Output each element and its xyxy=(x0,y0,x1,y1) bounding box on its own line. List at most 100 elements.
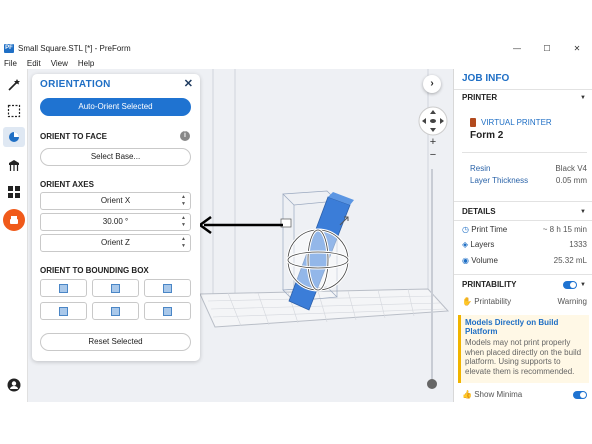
account-icon[interactable] xyxy=(3,375,25,395)
orient-y-input[interactable]: 30.00 ° ▲ ▼ xyxy=(40,213,191,231)
menu-edit[interactable]: Edit xyxy=(27,59,41,68)
panel-title: ORIENTATION xyxy=(40,79,111,90)
volume-label: ◉ Volume xyxy=(462,256,498,265)
stepper-arrows-icon[interactable]: ▲ ▼ xyxy=(181,215,186,229)
menu-view[interactable]: View xyxy=(51,59,68,68)
bbox-face-button[interactable] xyxy=(92,279,139,297)
build-platform xyxy=(199,288,450,328)
title-bar: PF Small Square.STL [*] - PreForm — ☐ ✕ xyxy=(0,40,592,57)
bbox-face-button[interactable] xyxy=(144,302,191,320)
menu-bar: File Edit View Help xyxy=(0,58,592,69)
printability-text: Printability xyxy=(474,297,512,306)
tool-rail xyxy=(0,69,28,402)
print-icon[interactable] xyxy=(3,209,25,231)
print-time-text: Print Time xyxy=(471,225,508,234)
cube-icon xyxy=(111,306,120,316)
info-icon[interactable]: i xyxy=(180,131,190,141)
volume-text: Volume xyxy=(471,256,498,265)
bbox-face-button[interactable] xyxy=(144,279,191,297)
view-cube-control[interactable] xyxy=(418,106,448,136)
collapse-panel-button[interactable]: › xyxy=(423,75,441,93)
layers-row: ◈ Layers 1333 xyxy=(462,240,587,249)
divider xyxy=(454,220,592,221)
window-title: Small Square.STL [*] - PreForm xyxy=(18,44,131,53)
divider xyxy=(462,152,587,153)
close-icon[interactable]: ✕ xyxy=(184,77,193,90)
magic-wand-icon[interactable] xyxy=(3,75,25,95)
thumbs-down-icon: ✋ xyxy=(462,297,472,306)
resin-row[interactable]: Resin Black V4 xyxy=(470,164,587,173)
bbox-face-button[interactable] xyxy=(40,302,87,320)
preform-app-icon: PF xyxy=(4,44,14,53)
layout-icon[interactable] xyxy=(3,182,25,202)
chevron-down-icon[interactable]: ▼ xyxy=(580,282,586,288)
bbox-face-button[interactable] xyxy=(40,279,87,297)
zoom-slider-handle[interactable] xyxy=(427,379,437,389)
chevron-down-icon[interactable]: ▼ xyxy=(580,209,586,215)
close-window-button[interactable]: ✕ xyxy=(562,40,592,57)
print-time-label: ◷ Print Time xyxy=(462,225,507,234)
show-minima-row: 👍 Show Minima xyxy=(462,390,587,399)
chevron-down-icon[interactable]: ▼ xyxy=(580,95,586,101)
reset-selected-button[interactable]: Reset Selected xyxy=(40,333,191,351)
details-section-label[interactable]: DETAILS xyxy=(462,207,496,216)
stepper-arrows-icon[interactable]: ▲ ▼ xyxy=(181,236,186,250)
minimize-button[interactable]: — xyxy=(502,40,532,57)
layers-icon: ◈ xyxy=(462,240,469,249)
orient-z-select[interactable]: Orient Z ▲ ▼ xyxy=(40,234,191,252)
volume-value: 25.32 mL xyxy=(553,256,587,265)
supports-icon[interactable] xyxy=(3,155,25,175)
cube-icon xyxy=(59,306,68,316)
bounding-box-label: ORIENT TO BOUNDING BOX xyxy=(40,266,149,275)
divider xyxy=(454,274,592,275)
rotation-gizmo xyxy=(286,228,350,292)
zoom-in-button[interactable]: + xyxy=(426,136,440,150)
layers-label: ◈ Layers xyxy=(462,240,494,249)
printer-icon xyxy=(470,118,476,127)
layer-thickness-value: 0.05 mm xyxy=(555,176,587,185)
printability-row: ✋ Printability Warning xyxy=(462,297,587,306)
window-controls: — ☐ ✕ xyxy=(502,40,592,57)
printer-type: VIRTUAL PRINTER xyxy=(481,118,552,127)
job-info-title: JOB INFO xyxy=(462,73,510,84)
select-base-button[interactable]: Select Base... xyxy=(40,148,191,166)
volume-row: ◉ Volume 25.32 mL xyxy=(462,256,587,265)
cube-icon xyxy=(163,283,172,293)
auto-orient-button[interactable]: Auto-Orient Selected xyxy=(40,98,191,116)
resin-label: Resin xyxy=(470,164,491,173)
zoom-out-button[interactable]: − xyxy=(426,149,440,163)
cube-icon xyxy=(163,306,172,316)
menu-file[interactable]: File xyxy=(4,59,17,68)
warning-text: Models may not print properly when place… xyxy=(465,338,582,376)
print-time-row: ◷ Print Time ~ 8 h 15 min xyxy=(462,225,587,234)
printability-value: Warning xyxy=(557,297,588,306)
orient-y-value: 30.00 ° xyxy=(102,217,129,226)
volume-icon: ◉ xyxy=(462,256,469,265)
orient-x-select[interactable]: Orient X ▲ ▼ xyxy=(40,192,191,210)
divider xyxy=(454,201,592,202)
bbox-face-button[interactable] xyxy=(92,302,139,320)
layer-thickness-row[interactable]: Layer Thickness 0.05 mm xyxy=(470,176,587,185)
printability-status: ✋ Printability xyxy=(462,297,511,306)
menu-help[interactable]: Help xyxy=(78,59,94,68)
warning-title: Models Directly on Build Platform xyxy=(465,318,559,336)
orient-x-label: Orient X xyxy=(100,196,131,205)
job-info-panel: JOB INFO PRINTER ▼ VIRTUAL PRINTER Form … xyxy=(453,69,592,402)
orientation-icon[interactable] xyxy=(3,127,25,147)
orient-axes-label: ORIENT AXES xyxy=(40,180,94,189)
select-box-icon[interactable] xyxy=(3,101,25,121)
show-minima-toggle[interactable] xyxy=(573,391,587,399)
divider xyxy=(454,89,592,90)
thumbs-up-icon: 👍 xyxy=(462,390,472,399)
cube-icon xyxy=(111,283,120,293)
maximize-button[interactable]: ☐ xyxy=(532,40,562,57)
stepper-arrows-icon[interactable]: ▲ ▼ xyxy=(181,194,186,208)
show-minima-label: 👍 Show Minima xyxy=(462,390,522,399)
printability-toggle[interactable] xyxy=(563,281,577,289)
layers-value: 1333 xyxy=(569,240,587,249)
cube-icon xyxy=(59,283,68,293)
orientation-panel: ORIENTATION ✕ Auto-Orient Selected ORIEN… xyxy=(32,74,200,361)
printer-section-label[interactable]: PRINTER xyxy=(462,93,497,102)
print-time-value: ~ 8 h 15 min xyxy=(542,225,587,234)
orient-to-face-label: ORIENT TO FACE xyxy=(40,132,107,141)
